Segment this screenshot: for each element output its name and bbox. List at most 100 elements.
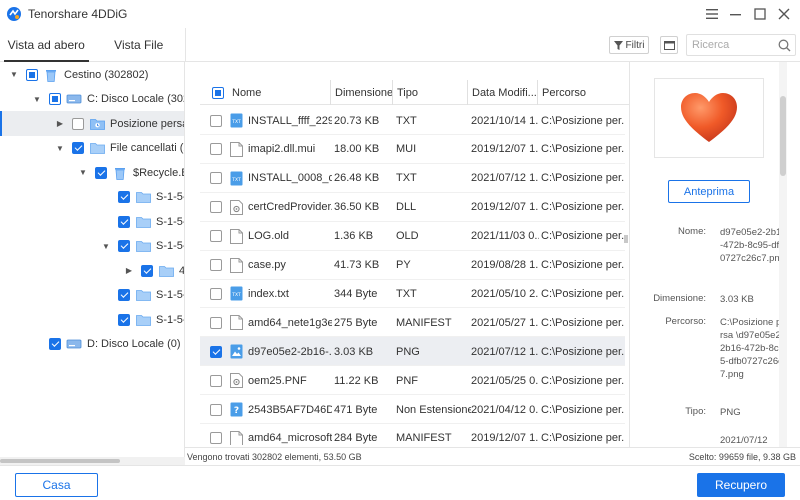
table-row[interactable]: amd64_microsoft...284 Byte MANIFEST 2019/1… — [200, 424, 625, 445]
close-icon[interactable] — [774, 4, 794, 24]
row-checkbox[interactable] — [210, 403, 222, 416]
title-bar: Tenorshare 4DDiG — [0, 0, 800, 28]
select-all-checkbox[interactable] — [212, 86, 224, 99]
expand-arrow-down-icon[interactable]: ▼ — [31, 95, 43, 104]
maximize-icon[interactable] — [750, 4, 770, 24]
preview-vertical-scrollbar[interactable] — [779, 62, 787, 447]
row-checkbox[interactable] — [210, 172, 222, 185]
tree-node-checkbox[interactable] — [49, 338, 61, 350]
tree-node[interactable]: ▼ S-1-5-2 — [0, 234, 184, 259]
tree-node-checkbox[interactable] — [118, 313, 130, 326]
minimize-icon[interactable] — [726, 4, 746, 24]
tree-node-label: Cestino (302802) — [64, 68, 149, 81]
cell-name: amd64_nete1g3e... — [200, 308, 332, 337]
expand-arrow-down-icon[interactable]: ▼ — [8, 70, 20, 79]
row-checkbox[interactable] — [210, 432, 222, 445]
header-date[interactable]: Data Modifi... — [467, 80, 537, 105]
tree-node-checkbox[interactable] — [26, 68, 38, 81]
expand-arrow-down-icon[interactable]: ▼ — [77, 168, 89, 177]
tree-node[interactable]: S-1-5-2 — [0, 283, 184, 308]
row-checkbox[interactable] — [210, 345, 222, 358]
table-row[interactable]: ? 2543B5AF7D46D...471 Byte Non Estensione2… — [200, 395, 625, 424]
search-icon[interactable] — [778, 39, 791, 52]
tree-node-checkbox[interactable] — [49, 93, 61, 105]
table-row[interactable]: TXT INSTALL_0008_df...26.48 KB TXT 2021/07/… — [200, 164, 625, 193]
tree-node[interactable]: D: Disco Locale (0) — [0, 332, 184, 357]
expand-arrow-down-icon[interactable]: ▼ — [54, 144, 66, 153]
tree-node-checkbox[interactable] — [141, 264, 153, 277]
table-scroll-thumb[interactable] — [624, 235, 628, 243]
row-checkbox[interactable] — [210, 143, 222, 156]
cell-type: TXT — [396, 172, 417, 185]
tree-node[interactable]: ▼ $Recycle.Bir — [0, 160, 184, 185]
recover-button[interactable]: Recupero — [697, 473, 785, 497]
tree-node[interactable]: S-1-5-1 — [0, 209, 184, 234]
table-row[interactable]: imapi2.dll.mui 18.00 KB MUI 2019/12/07 1...… — [200, 135, 625, 164]
tab-tree-view[interactable]: Vista ad abero — [0, 28, 93, 62]
toolbar: Filtri — [185, 28, 800, 62]
row-checkbox[interactable] — [210, 259, 222, 271]
table-row[interactable]: LOG.old 1.36 KB OLD 2021/11/03 0... C:\Posiz… — [200, 222, 625, 251]
row-checkbox[interactable] — [210, 201, 222, 214]
cell-type: MANIFEST — [396, 316, 452, 329]
row-checkbox[interactable] — [210, 230, 222, 243]
cell-path: C:\Posizione per... — [541, 259, 625, 271]
cell-date: 2019/08/28 1... — [471, 259, 539, 271]
row-checkbox[interactable] — [210, 287, 222, 300]
row-checkbox[interactable] — [210, 316, 222, 329]
filter-button[interactable]: Filtri — [609, 36, 649, 54]
folder-icon — [135, 313, 151, 327]
tree-node[interactable]: ▼ File cancellati (21 — [0, 136, 184, 161]
cell-path: C:\Posizione per... — [541, 374, 625, 387]
preview-button[interactable]: Anteprima — [668, 180, 750, 203]
expand-arrow-right-icon[interactable]: ▶ — [54, 119, 66, 128]
table-row[interactable]: d97e05e2-2b16-... 3.03 KB PNG 2021/07/12 1.… — [200, 337, 625, 367]
panel-icon — [663, 40, 675, 50]
tree-scroll-thumb[interactable] — [0, 459, 120, 463]
file-name: amd64_nete1g3e... — [248, 316, 332, 329]
tree-node-checkbox[interactable] — [118, 289, 130, 301]
tree-node[interactable]: S-1-5-2 — [0, 307, 184, 332]
table-row[interactable]: amd64_nete1g3e...275 Byte MANIFEST 2021/05… — [200, 308, 625, 338]
table-row[interactable]: TXT index.txt 344 Byte TXT 2021/05/10 2... C:… — [200, 279, 625, 309]
table-row[interactable]: certCredProvider....36.50 KB DLL 2019/12/0… — [200, 193, 625, 222]
cell-size: 344 Byte — [334, 287, 378, 300]
search-input[interactable] — [692, 39, 778, 51]
tree-node-checkbox[interactable] — [95, 166, 107, 179]
expand-arrow-down-icon[interactable]: ▼ — [100, 242, 112, 251]
table-row[interactable]: case.py 41.73 KB PY 2019/08/28 1... C:\Posiz… — [200, 251, 625, 280]
header-size[interactable]: Dimensione — [330, 80, 393, 105]
row-checkbox[interactable] — [210, 374, 222, 387]
tree-node[interactable]: ▶ Posizione persa ( — [0, 111, 184, 136]
row-checkbox[interactable] — [210, 114, 222, 127]
tree-node-checkbox[interactable] — [118, 240, 130, 252]
cell-path: C:\Posizione per... — [541, 287, 625, 300]
cell-path: C:\Posizione per... — [541, 114, 625, 127]
tree-node[interactable]: ▼ C: Disco Locale (30280 — [0, 87, 184, 112]
tree-node[interactable]: ▼ Cestino (302802) — [0, 62, 184, 87]
expand-arrow-right-icon[interactable]: ▶ — [123, 266, 135, 275]
tree-node[interactable]: S-1-5-2 — [0, 185, 184, 210]
cell-type: MUI — [396, 143, 417, 156]
cell-size: 275 Byte — [334, 316, 378, 329]
cell-date: 2021/10/14 1... — [471, 114, 539, 127]
tree-node-checkbox[interactable] — [118, 191, 130, 203]
tree-node-checkbox[interactable] — [72, 142, 84, 154]
tree-node-checkbox[interactable] — [118, 215, 130, 228]
tree-node-label: C: Disco Locale (30280 — [87, 93, 184, 105]
preview-toggle-button[interactable] — [660, 36, 678, 54]
header-type[interactable]: Tipo — [392, 80, 467, 105]
tree-node[interactable]: ▶ 4D — [0, 258, 184, 283]
table-row[interactable]: oem25.PNF 11.22 KB PNF 2021/05/25 0... C:\Po… — [200, 366, 625, 396]
menu-icon[interactable] — [702, 4, 722, 24]
home-button[interactable]: Casa — [15, 473, 98, 497]
header-name[interactable]: Nome — [200, 80, 330, 105]
cell-type: OLD — [396, 230, 419, 243]
tree-node-label: S-1-5-2 — [156, 240, 184, 252]
tab-file-view[interactable]: Vista File — [93, 28, 186, 61]
tree-node-checkbox[interactable] — [72, 117, 84, 130]
preview-scroll-thumb[interactable] — [780, 96, 786, 176]
tree-horizontal-scrollbar[interactable] — [0, 457, 185, 465]
table-row[interactable]: TXT INSTALL_ffff_229f...20.73 KB TXT 2021/1… — [200, 106, 625, 135]
header-path[interactable]: Percorso — [537, 80, 629, 105]
